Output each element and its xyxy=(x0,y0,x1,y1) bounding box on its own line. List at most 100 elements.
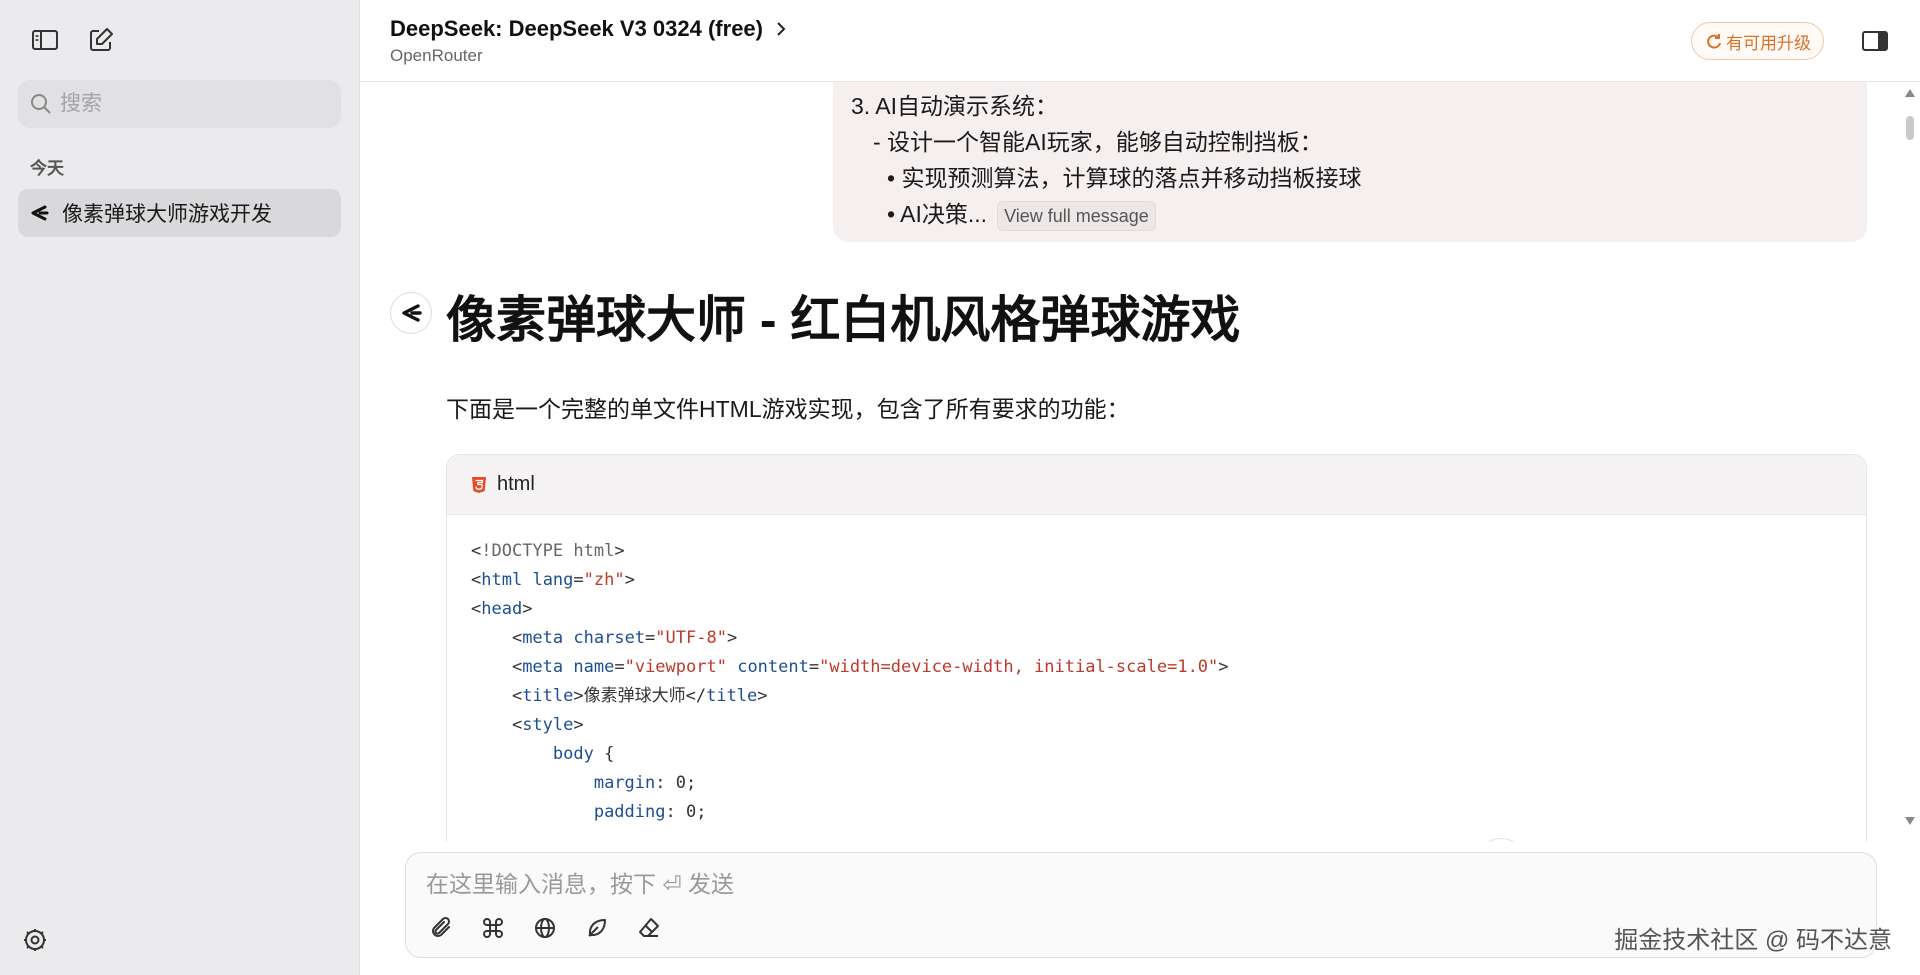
code-token: > xyxy=(726,628,738,648)
code-token: = xyxy=(573,570,584,590)
code-block-header: html xyxy=(447,455,1866,515)
code-token: = xyxy=(614,657,625,677)
gear-icon xyxy=(24,929,46,951)
attach-button[interactable] xyxy=(426,913,456,943)
code-token: meta xyxy=(522,657,564,677)
toggle-sidebar-button[interactable] xyxy=(30,25,60,55)
code-token: < xyxy=(471,686,523,706)
user-message-line: 3. AI自动演示系统： xyxy=(851,93,1059,119)
refresh-icon xyxy=(1707,34,1721,49)
code-token: head xyxy=(481,599,523,619)
code-token: > xyxy=(614,541,625,561)
sidebar: 今天 像素弹球大师游戏开发 xyxy=(0,0,360,975)
code-content: <!DOCTYPE html> <html lang="zh"> <head> <m… xyxy=(447,515,1866,842)
code-token: > xyxy=(624,570,635,590)
right-panel-icon xyxy=(1862,31,1888,51)
clear-context-button[interactable] xyxy=(634,913,664,943)
code-token: = xyxy=(808,657,820,677)
code-token: >像素弹球大师</ xyxy=(573,686,707,706)
code-token: < xyxy=(471,715,523,735)
code-token: margin xyxy=(593,773,656,793)
answer-heading: 像素弹球大师 - 红白机风格弹球游戏 xyxy=(446,292,1241,348)
search-box[interactable] xyxy=(18,80,341,128)
assistant-avatar xyxy=(390,292,432,334)
upgrade-button[interactable]: 有可用升级 xyxy=(1691,22,1824,60)
user-message-line: - 设计一个智能AI玩家，能够自动控制挡板： xyxy=(873,129,1323,155)
leaf-icon xyxy=(588,919,606,937)
code-token: < xyxy=(471,599,482,619)
search-icon xyxy=(31,94,51,114)
code-token: : 0; xyxy=(655,773,697,793)
code-token: content xyxy=(737,657,809,677)
html5-icon xyxy=(472,476,486,493)
command-icon xyxy=(483,918,503,938)
eraser-icon xyxy=(639,918,659,937)
code-line: <html lang="zh"> xyxy=(471,566,1842,595)
message-list: 3. AI自动演示系统： - 设计一个智能AI玩家，能够自动控制挡板： • 实现… xyxy=(360,82,1920,842)
settings-button[interactable] xyxy=(20,925,50,955)
code-language: html xyxy=(497,473,535,495)
code-token: "zh" xyxy=(583,570,625,590)
paperclip-icon xyxy=(432,916,451,937)
web-search-button[interactable] xyxy=(530,913,560,943)
code-token: !DOCTYPE html xyxy=(481,541,615,561)
deepseek-model-icon xyxy=(402,304,422,322)
code-token: < xyxy=(471,541,482,561)
user-message-line: • AI决策... View full message xyxy=(851,196,1849,232)
chat-header: DeepSeek: DeepSeek V3 0324 (free) OpenRo… xyxy=(360,0,1920,82)
scrollbar-thumb[interactable] xyxy=(1906,116,1914,140)
code-token: "UTF-8" xyxy=(655,628,727,648)
reasoning-button[interactable] xyxy=(582,913,612,943)
view-full-message-button[interactable]: View full message xyxy=(997,201,1156,231)
deepseek-model-icon xyxy=(31,205,49,221)
search-input[interactable] xyxy=(60,92,320,116)
app-window: 今天 像素弹球大师游戏开发 DeepSeek: DeepSeek V3 0324… xyxy=(0,0,1920,975)
conversation-item[interactable]: 像素弹球大师游戏开发 xyxy=(18,189,341,237)
section-label-today: 今天 xyxy=(30,159,64,178)
code-token: > xyxy=(757,686,768,706)
code-token: style xyxy=(522,715,574,735)
scroll-down-icon[interactable] xyxy=(1904,816,1916,826)
edit-icon xyxy=(90,28,113,51)
command-button[interactable] xyxy=(478,913,508,943)
code-line: <head> xyxy=(471,595,1842,624)
code-token: < xyxy=(471,657,523,677)
code-line: <meta name="viewport" content="width=dev… xyxy=(471,653,1842,682)
chat-main: DeepSeek: DeepSeek V3 0324 (free) OpenRo… xyxy=(360,0,1920,975)
message-input[interactable] xyxy=(426,865,1826,899)
sidebar-toolbar xyxy=(0,0,359,80)
code-line: <title>像素弹球大师</title> xyxy=(471,682,1842,711)
code-line: <!DOCTYPE html> xyxy=(471,537,1842,566)
scroll-up-icon[interactable] xyxy=(1904,88,1916,98)
answer-intro: 下面是一个完整的单文件HTML游戏实现，包含了所有要求的功能： xyxy=(446,396,1130,422)
code-token: lang xyxy=(532,570,574,590)
user-message-line: • 实现预测算法，计算球的落点并移动挡板接球 xyxy=(887,165,1362,191)
upgrade-label: 有可用升级 xyxy=(1726,33,1811,53)
code-token: > xyxy=(573,715,584,735)
model-info: DeepSeek: DeepSeek V3 0324 (free) OpenRo… xyxy=(390,16,787,66)
model-selector[interactable]: DeepSeek: DeepSeek V3 0324 (free) xyxy=(390,16,787,42)
new-chat-button[interactable] xyxy=(86,25,116,55)
code-token: "viewport" xyxy=(624,657,727,677)
scrollbar[interactable] xyxy=(1900,82,1920,832)
chevron-right-icon xyxy=(777,21,786,36)
toggle-right-panel-button[interactable] xyxy=(1860,26,1890,56)
code-token: "width=device-width, initial-scale=1.0" xyxy=(819,657,1219,677)
provider-name: OpenRouter xyxy=(390,45,483,65)
code-token: name xyxy=(573,657,615,677)
code-token: { xyxy=(593,744,615,764)
code-token: meta xyxy=(522,628,564,648)
code-line: margin: 0; xyxy=(471,769,1842,798)
watermark: 掘金技术社区 @ 码不达意 xyxy=(1614,927,1892,954)
composer-toolbar xyxy=(426,913,664,943)
code-token: html xyxy=(481,570,523,590)
code-token: > xyxy=(522,599,533,619)
code-line: body { xyxy=(471,740,1842,769)
code-token: = xyxy=(645,628,656,648)
truncated-text: • AI决策... xyxy=(887,201,988,227)
